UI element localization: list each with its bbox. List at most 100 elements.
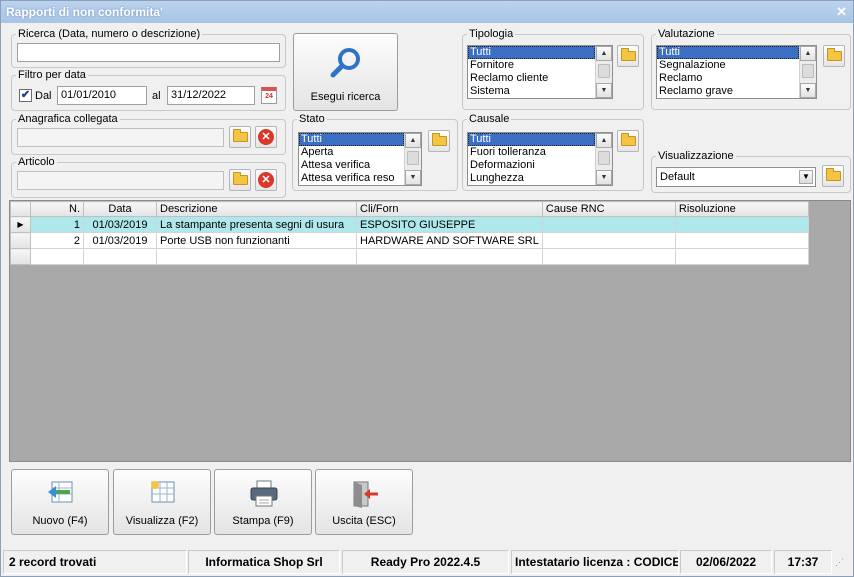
cell-descrizione[interactable]: Porte USB non funzionanti (156, 232, 357, 249)
folder-icon (621, 133, 636, 146)
anagrafica-browse-button[interactable] (229, 126, 251, 148)
visualizzazione-browse-button[interactable] (822, 165, 844, 187)
column-header-cause-rnc[interactable]: Cause RNC (541, 201, 676, 217)
cell-cause-rnc[interactable] (541, 216, 676, 233)
anagrafica-input[interactable] (17, 128, 224, 147)
column-header-descrizione[interactable]: Descrizione (156, 201, 357, 217)
filtro-data-legend: Filtro per data (18, 69, 86, 81)
dal-checkbox[interactable]: ✔ (19, 89, 32, 102)
causale-item[interactable]: Deformazioni (468, 159, 595, 172)
cell-empty[interactable] (356, 248, 543, 265)
scroll-thumb[interactable] (598, 64, 610, 78)
date-to-input[interactable]: 31/12/2022 (167, 86, 255, 105)
stato-scrollbar[interactable]: ▲ ▼ (404, 133, 421, 185)
tipologia-item[interactable]: Fornitore (468, 59, 595, 72)
tipologia-scrollbar[interactable]: ▲ ▼ (595, 46, 612, 98)
cell-empty[interactable] (156, 248, 357, 265)
status-company: Informatica Shop Srl (188, 550, 340, 574)
nuovo-button[interactable]: Nuovo (F4) (11, 469, 109, 535)
stampa-button[interactable]: Stampa (F9) (214, 469, 312, 535)
scroll-up-icon[interactable]: ▲ (596, 133, 612, 148)
uscita-button[interactable]: Uscita (ESC) (315, 469, 413, 535)
valutazione-browse-button[interactable] (823, 45, 845, 67)
table-row[interactable]: 2 01/03/2019 Porte USB non funzionanti H… (10, 232, 809, 249)
scroll-up-icon[interactable]: ▲ (596, 46, 612, 61)
delete-icon: ✕ (258, 172, 274, 188)
scroll-thumb[interactable] (407, 151, 419, 165)
esegui-ricerca-button[interactable]: Esegui ricerca (293, 33, 398, 111)
cell-cause-rnc[interactable] (541, 232, 676, 249)
cell-empty[interactable] (541, 248, 676, 265)
causale-browse-button[interactable] (617, 130, 639, 152)
cell-risoluzione[interactable] (674, 216, 809, 233)
chevron-down-icon[interactable]: ▼ (799, 170, 813, 184)
cell-cliforn[interactable]: HARDWARE AND SOFTWARE SRL (356, 232, 543, 249)
tipologia-browse-button[interactable] (617, 45, 639, 67)
stato-listbox[interactable]: Tutti Aperta Attesa verifica Attesa veri… (298, 132, 422, 186)
valutazione-listbox[interactable]: Tutti Segnalazione Reclamo Reclamo grave… (656, 45, 817, 99)
valutazione-item[interactable]: Segnalazione (657, 59, 799, 72)
stato-item[interactable]: Tutti (299, 133, 404, 146)
scroll-thumb[interactable] (802, 64, 814, 78)
window-title: Rapporti di non conformita' (6, 5, 163, 19)
cell-numero[interactable]: 2 (30, 232, 84, 249)
visualizzazione-select[interactable]: Default ▼ (656, 167, 816, 187)
causale-item[interactable]: Fuori tolleranza (468, 146, 595, 159)
cell-numero[interactable]: 1 (30, 216, 84, 233)
causale-item[interactable]: Lunghezza (468, 172, 595, 185)
table-row[interactable]: ▶ 1 01/03/2019 La stampante presenta seg… (10, 216, 809, 233)
causale-scrollbar[interactable]: ▲ ▼ (595, 133, 612, 185)
articolo-clear-button[interactable]: ✕ (255, 169, 277, 191)
cell-risoluzione[interactable] (674, 232, 809, 249)
cell-empty[interactable] (674, 248, 809, 265)
scroll-down-icon[interactable]: ▼ (800, 83, 816, 98)
visualizza-button[interactable]: Visualizza (F2) (113, 469, 211, 535)
dal-label: Dal (35, 90, 52, 102)
cell-descrizione[interactable]: La stampante presenta segni di usura (156, 216, 357, 233)
valutazione-scrollbar[interactable]: ▲ ▼ (799, 46, 816, 98)
causale-listbox[interactable]: Tutti Fuori tolleranza Deformazioni Lung… (467, 132, 613, 186)
cell-empty[interactable] (30, 248, 84, 265)
cell-empty[interactable] (83, 248, 157, 265)
column-header-data[interactable]: Data (83, 201, 157, 217)
search-icon (330, 48, 360, 78)
valutazione-item[interactable]: Tutti (657, 46, 799, 59)
scroll-down-icon[interactable]: ▼ (596, 170, 612, 185)
date-from-input[interactable]: 01/01/2010 (57, 86, 147, 105)
table-row-empty[interactable] (10, 248, 809, 265)
resize-grip-icon[interactable]: ⋰ (835, 558, 847, 570)
column-header-cliforn[interactable]: Cli/Forn (356, 201, 543, 217)
close-icon[interactable]: ✕ (836, 4, 847, 20)
scroll-thumb[interactable] (598, 151, 610, 165)
stato-browse-button[interactable] (428, 130, 450, 152)
articolo-browse-button[interactable] (229, 169, 251, 191)
tipologia-item[interactable]: Tutti (468, 46, 595, 59)
scroll-up-icon[interactable]: ▲ (800, 46, 816, 61)
valutazione-item[interactable]: Reclamo (657, 72, 799, 85)
anagrafica-clear-button[interactable]: ✕ (255, 126, 277, 148)
cell-cliforn[interactable]: ESPOSITO GIUSEPPE (356, 216, 543, 233)
stato-item[interactable]: Attesa verifica reso (299, 172, 404, 185)
tipologia-item[interactable]: Sistema (468, 85, 595, 98)
scroll-down-icon[interactable]: ▼ (405, 170, 421, 185)
column-header-numero[interactable]: N. (30, 201, 84, 217)
tipologia-listbox[interactable]: Tutti Fornitore Reclamo cliente Sistema … (467, 45, 613, 99)
anagrafica-legend: Anagrafica collegata (18, 113, 118, 125)
valutazione-item[interactable]: Reclamo grave (657, 85, 799, 98)
scroll-down-icon[interactable]: ▼ (596, 83, 612, 98)
tipologia-item[interactable]: Reclamo cliente (468, 72, 595, 85)
title-bar: Rapporti di non conformita' ✕ (1, 1, 853, 23)
column-header-risoluzione[interactable]: Risoluzione (674, 201, 809, 217)
cell-data[interactable]: 01/03/2019 (83, 232, 157, 249)
stato-item[interactable]: Attesa verifica (299, 159, 404, 172)
results-grid[interactable]: N. Data Descrizione Cli/Forn Cause RNC R… (9, 200, 851, 462)
stato-item[interactable]: Aperta (299, 146, 404, 159)
exit-door-icon (353, 481, 378, 508)
search-input[interactable] (17, 43, 280, 62)
tipologia-legend: Tipologia (469, 28, 514, 40)
articolo-input[interactable] (17, 171, 224, 190)
cell-data[interactable]: 01/03/2019 (83, 216, 157, 233)
calendar-button[interactable]: 24 (258, 85, 280, 107)
causale-item[interactable]: Tutti (468, 133, 595, 146)
scroll-up-icon[interactable]: ▲ (405, 133, 421, 148)
